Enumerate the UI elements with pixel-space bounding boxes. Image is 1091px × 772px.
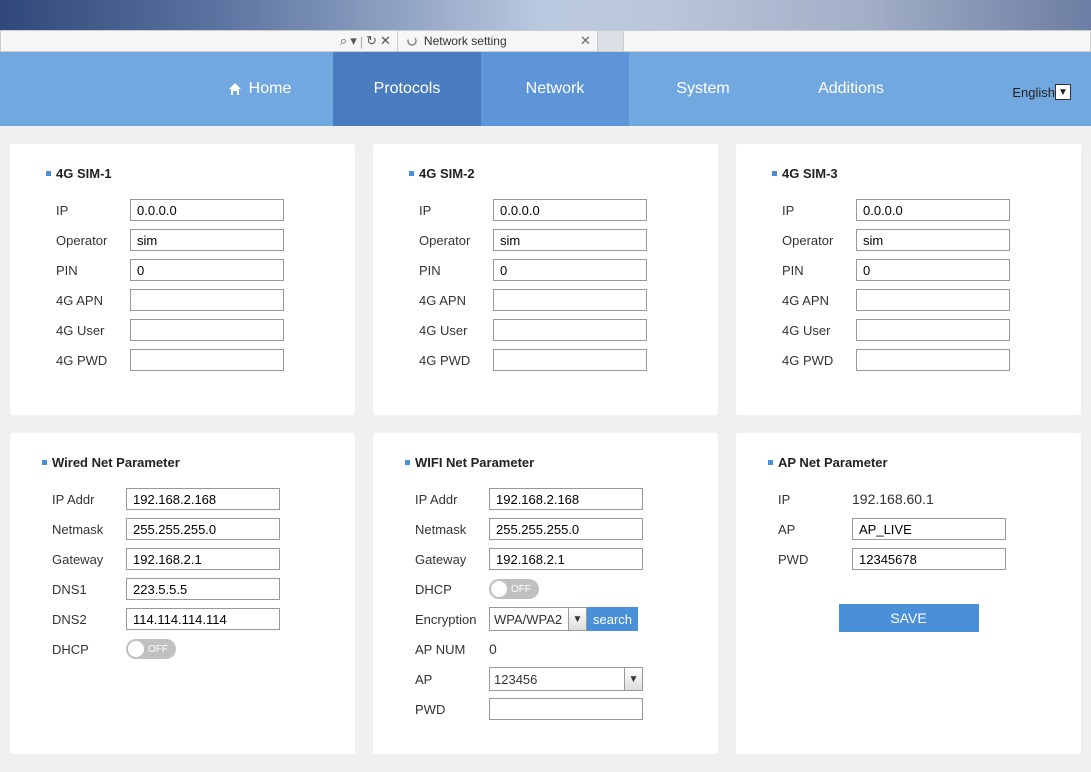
label-apn: 4G APN bbox=[56, 293, 130, 308]
sim3-pwd-input[interactable] bbox=[856, 349, 1010, 371]
apnet-pwd-input[interactable] bbox=[852, 548, 1006, 570]
sim2-operator-input[interactable] bbox=[493, 229, 647, 251]
label-ipaddr: IP Addr bbox=[52, 492, 126, 507]
card-title-apnet: AP Net Parameter bbox=[778, 455, 1039, 470]
wifi-ip-input[interactable] bbox=[489, 488, 643, 510]
chevron-down-icon: ▼ bbox=[568, 608, 586, 630]
sim1-operator-input[interactable] bbox=[130, 229, 284, 251]
save-button[interactable]: SAVE bbox=[839, 604, 979, 632]
nav-home[interactable]: Home bbox=[185, 52, 333, 126]
chevron-down-icon: ▼ bbox=[624, 668, 642, 690]
wired-dns1-input[interactable] bbox=[126, 578, 280, 600]
card-sim3: 4G SIM-3 IP Operator PIN 4G APN 4G User … bbox=[736, 144, 1081, 415]
label-dns2: DNS2 bbox=[52, 612, 126, 627]
label-encryption: Encryption bbox=[415, 612, 489, 627]
label-pwd: PWD bbox=[415, 702, 489, 717]
card-title-wifi: WIFI Net Parameter bbox=[415, 455, 676, 470]
sim1-user-input[interactable] bbox=[130, 319, 284, 341]
wired-gateway-input[interactable] bbox=[126, 548, 280, 570]
chevron-down-icon: ▼ bbox=[1055, 84, 1071, 100]
label-dhcp: DHCP bbox=[52, 642, 126, 657]
apnet-ap-input[interactable] bbox=[852, 518, 1006, 540]
browser-chrome-top bbox=[0, 0, 1091, 30]
card-sim1: 4G SIM-1 IP Operator PIN 4G APN 4G User … bbox=[10, 144, 355, 415]
card-wired: Wired Net Parameter IP Addr Netmask Gate… bbox=[10, 433, 355, 754]
sim3-operator-input[interactable] bbox=[856, 229, 1010, 251]
wifi-dhcp-toggle[interactable]: OFF bbox=[489, 579, 539, 599]
wifi-netmask-input[interactable] bbox=[489, 518, 643, 540]
nav-home-label: Home bbox=[249, 80, 292, 98]
label-netmask: Netmask bbox=[52, 522, 126, 537]
card-sim2: 4G SIM-2 IP Operator PIN 4G APN 4G User … bbox=[373, 144, 718, 415]
card-title-wired: Wired Net Parameter bbox=[52, 455, 313, 470]
dropdown-icon[interactable]: ▾ bbox=[350, 33, 357, 49]
sim3-ip-input[interactable] bbox=[856, 199, 1010, 221]
wired-ip-input[interactable] bbox=[126, 488, 280, 510]
apnet-ip-value: 192.168.60.1 bbox=[852, 491, 934, 507]
card-title-sim1: 4G SIM-1 bbox=[56, 166, 309, 181]
language-label: English bbox=[1012, 85, 1055, 100]
sim1-ip-input[interactable] bbox=[130, 199, 284, 221]
toggle-off-label: OFF bbox=[148, 644, 168, 655]
label-operator: Operator bbox=[56, 233, 130, 248]
wifi-ap-select[interactable]: 123456 ▼ bbox=[489, 667, 643, 691]
sim2-pwd-input[interactable] bbox=[493, 349, 647, 371]
sim2-pin-input[interactable] bbox=[493, 259, 647, 281]
wifi-pwd-input[interactable] bbox=[489, 698, 643, 720]
address-controls: ⌕ ▾ | ↻ ✕ bbox=[334, 31, 398, 51]
language-selector[interactable]: English ▼ bbox=[1012, 84, 1071, 100]
sim3-user-input[interactable] bbox=[856, 319, 1010, 341]
label-ip: IP bbox=[56, 203, 130, 218]
browser-tab[interactable]: Network setting ✕ bbox=[398, 31, 598, 51]
sim1-apn-input[interactable] bbox=[130, 289, 284, 311]
sim1-pwd-input[interactable] bbox=[130, 349, 284, 371]
card-title-sim3: 4G SIM-3 bbox=[782, 166, 1035, 181]
sim2-ip-input[interactable] bbox=[493, 199, 647, 221]
new-tab-area[interactable] bbox=[598, 31, 624, 51]
search-icon[interactable]: ⌕ bbox=[340, 33, 347, 49]
address-bar: ⌕ ▾ | ↻ ✕ Network setting ✕ bbox=[0, 30, 1091, 52]
stop-icon[interactable]: ✕ bbox=[380, 33, 391, 49]
nav-system[interactable]: System bbox=[629, 52, 777, 126]
label-apnum: AP NUM bbox=[415, 642, 489, 657]
label-ap: AP bbox=[415, 672, 489, 687]
home-icon bbox=[227, 81, 243, 97]
refresh-icon[interactable]: ↻ bbox=[366, 33, 377, 49]
label-4gpwd: 4G PWD bbox=[56, 353, 130, 368]
card-apnet: AP Net Parameter IP192.168.60.1 AP PWD S… bbox=[736, 433, 1081, 754]
wifi-search-button[interactable]: search bbox=[587, 607, 638, 631]
wired-dns2-input[interactable] bbox=[126, 608, 280, 630]
label-dns1: DNS1 bbox=[52, 582, 126, 597]
nav-additions[interactable]: Additions bbox=[777, 52, 925, 126]
wifi-apnum-value: 0 bbox=[489, 641, 497, 657]
loading-spinner-icon bbox=[406, 35, 418, 47]
card-wifi: WIFI Net Parameter IP Addr Netmask Gatew… bbox=[373, 433, 718, 754]
label-4guser: 4G User bbox=[56, 323, 130, 338]
wired-dhcp-toggle[interactable]: OFF bbox=[126, 639, 176, 659]
label-gateway: Gateway bbox=[52, 552, 126, 567]
encryption-value: WPA/WPA2 bbox=[494, 612, 562, 627]
nav-network[interactable]: Network bbox=[481, 52, 629, 126]
label-pin: PIN bbox=[56, 263, 130, 278]
toggle-knob-icon bbox=[491, 581, 507, 597]
close-tab-icon[interactable]: ✕ bbox=[580, 33, 591, 49]
card-title-sim2: 4G SIM-2 bbox=[419, 166, 672, 181]
nav-protocols[interactable]: Protocols bbox=[333, 52, 481, 126]
sim3-pin-input[interactable] bbox=[856, 259, 1010, 281]
wired-netmask-input[interactable] bbox=[126, 518, 280, 540]
ap-value: 123456 bbox=[494, 672, 537, 687]
tab-title: Network setting bbox=[424, 34, 507, 48]
content-grid: 4G SIM-1 IP Operator PIN 4G APN 4G User … bbox=[0, 126, 1091, 772]
wifi-gateway-input[interactable] bbox=[489, 548, 643, 570]
wifi-encryption-select[interactable]: WPA/WPA2 ▼ bbox=[489, 607, 587, 631]
sim3-apn-input[interactable] bbox=[856, 289, 1010, 311]
sim2-user-input[interactable] bbox=[493, 319, 647, 341]
sim2-apn-input[interactable] bbox=[493, 289, 647, 311]
toggle-knob-icon bbox=[128, 641, 144, 657]
sim1-pin-input[interactable] bbox=[130, 259, 284, 281]
main-nav: Home Protocols Network System Additions … bbox=[0, 52, 1091, 126]
